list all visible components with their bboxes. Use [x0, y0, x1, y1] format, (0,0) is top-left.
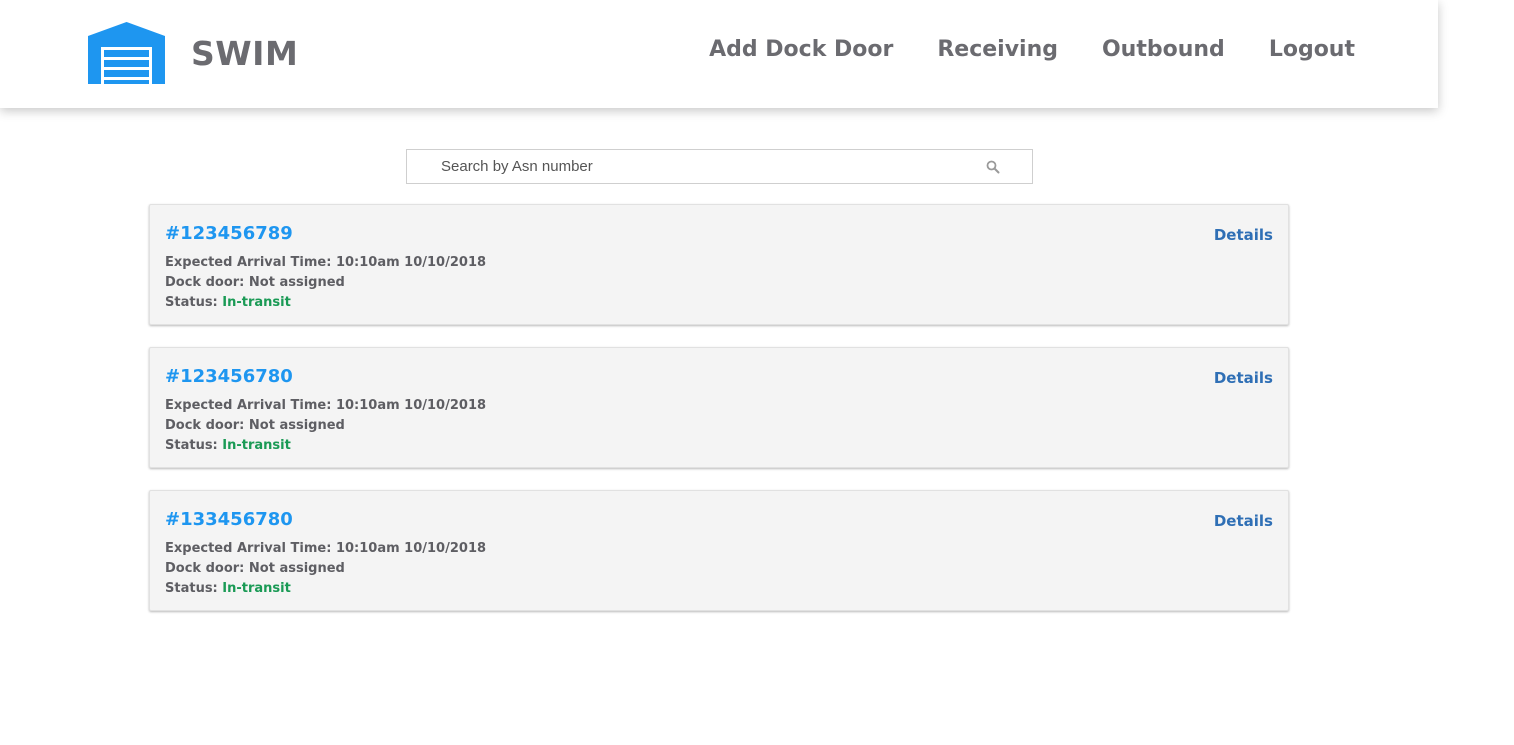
nav-add-dock-door[interactable]: Add Dock Door [709, 37, 893, 62]
status-label: Status: [165, 295, 218, 310]
nav-receiving[interactable]: Receiving [937, 37, 1058, 62]
search-icon[interactable] [986, 160, 1000, 174]
dock-door-value: Not assigned [248, 418, 345, 433]
shipment-card: #123456780 Details Expected Arrival Time… [149, 347, 1289, 468]
expected-arrival-row: Expected Arrival Time: 10:10am 10/10/201… [165, 398, 486, 413]
details-link[interactable]: Details [1214, 226, 1273, 244]
brand[interactable]: SWIM [88, 22, 298, 84]
status-value: In-transit [222, 295, 291, 310]
status-row: Status: In-transit [165, 438, 291, 453]
dock-door-label: Dock door: [165, 561, 245, 576]
status-row: Status: In-transit [165, 295, 291, 310]
dock-door-row: Dock door: Not assigned [165, 275, 345, 290]
dock-door-label: Dock door: [165, 275, 245, 290]
status-value: In-transit [222, 438, 291, 453]
top-navbar: SWIM Add Dock Door Receiving Outbound Lo… [0, 0, 1438, 108]
status-value: In-transit [222, 581, 291, 596]
dock-door-row: Dock door: Not assigned [165, 561, 345, 576]
dock-door-value: Not assigned [248, 275, 345, 290]
details-link[interactable]: Details [1214, 369, 1273, 387]
search-input[interactable] [407, 150, 967, 183]
shipment-card: #123456789 Details Expected Arrival Time… [149, 204, 1289, 325]
shipment-card: #133456780 Details Expected Arrival Time… [149, 490, 1289, 611]
expected-arrival-value: 10:10am 10/10/2018 [335, 255, 487, 270]
status-label: Status: [165, 581, 218, 596]
expected-arrival-label: Expected Arrival Time: [165, 398, 332, 413]
shipment-list: #123456789 Details Expected Arrival Time… [149, 204, 1289, 633]
status-label: Status: [165, 438, 218, 453]
asn-number-link[interactable]: #133456780 [165, 509, 293, 530]
details-link[interactable]: Details [1214, 512, 1273, 530]
expected-arrival-value: 10:10am 10/10/2018 [335, 541, 487, 556]
search-box [406, 149, 1033, 184]
main-nav: Add Dock Door Receiving Outbound Logout [665, 37, 1355, 62]
expected-arrival-row: Expected Arrival Time: 10:10am 10/10/201… [165, 255, 486, 270]
nav-outbound[interactable]: Outbound [1102, 37, 1225, 62]
expected-arrival-row: Expected Arrival Time: 10:10am 10/10/201… [165, 541, 486, 556]
warehouse-garage-door-icon [88, 22, 165, 84]
expected-arrival-label: Expected Arrival Time: [165, 255, 332, 270]
expected-arrival-label: Expected Arrival Time: [165, 541, 332, 556]
asn-number-link[interactable]: #123456780 [165, 366, 293, 387]
dock-door-label: Dock door: [165, 418, 245, 433]
nav-logout[interactable]: Logout [1269, 37, 1355, 62]
dock-door-row: Dock door: Not assigned [165, 418, 345, 433]
dock-door-value: Not assigned [248, 561, 345, 576]
brand-name: SWIM [191, 33, 299, 73]
expected-arrival-value: 10:10am 10/10/2018 [335, 398, 487, 413]
status-row: Status: In-transit [165, 581, 291, 596]
asn-number-link[interactable]: #123456789 [165, 223, 293, 244]
